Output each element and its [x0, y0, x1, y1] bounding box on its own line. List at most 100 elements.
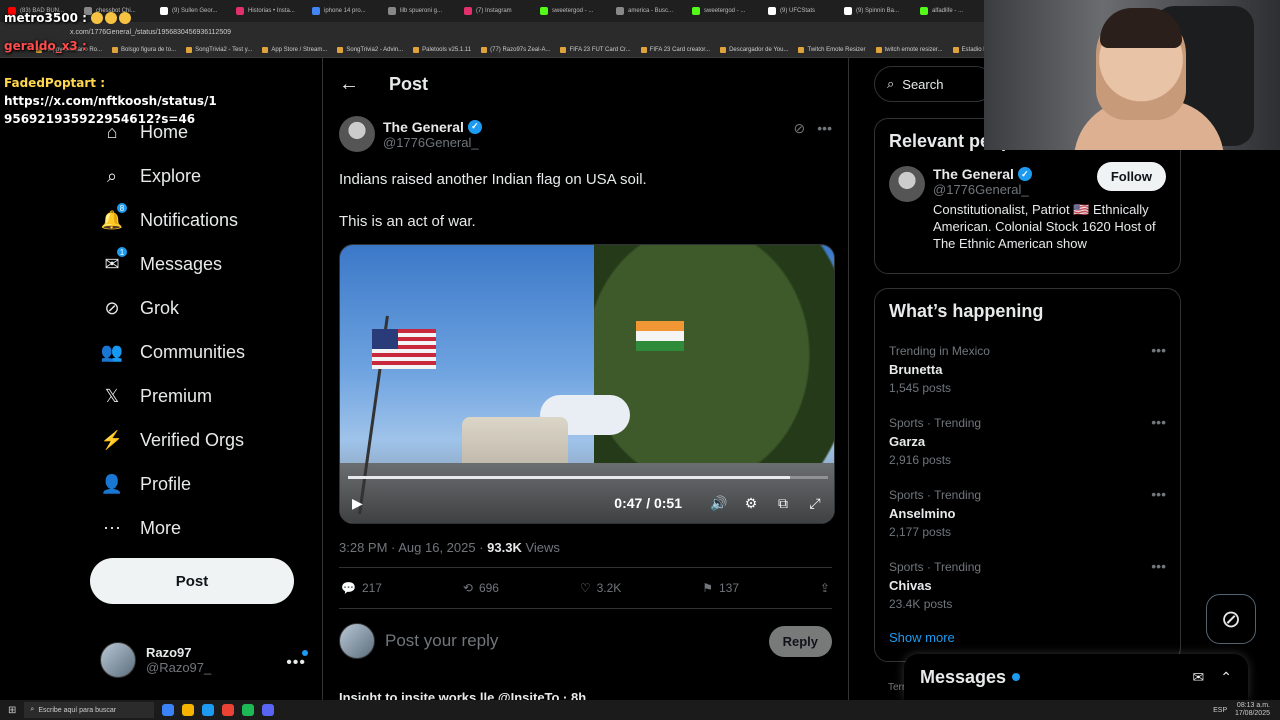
- bookmark-item[interactable]: Paletools v25.1.11: [413, 46, 472, 53]
- video-player[interactable]: ▶ 0:47 / 0:51 🔊 ⚙ ⧉ ⤢: [339, 244, 835, 524]
- trend-item[interactable]: Trending in Mexico Brunetta 1,545 posts •••: [875, 332, 1180, 404]
- like-action[interactable]: ♡ 3.2K: [580, 581, 621, 595]
- more-dots-icon[interactable]: •••: [1151, 486, 1166, 502]
- store-icon[interactable]: [202, 704, 215, 716]
- sidebar-item-explore[interactable]: ⌕ Explore: [90, 154, 320, 198]
- discord-icon[interactable]: [262, 704, 275, 716]
- bookmark-item[interactable]: App Store / Stream...: [262, 46, 327, 53]
- share-action[interactable]: ⇪: [820, 581, 830, 595]
- settings-gear-icon[interactable]: ⚙: [742, 494, 760, 512]
- video-progress-bar[interactable]: [348, 476, 828, 479]
- sidebar-item-home[interactable]: ⌂ Home: [90, 110, 320, 154]
- tweet-timestamp[interactable]: 3:28 PM · Aug 16, 2025 ·: [339, 540, 487, 555]
- like-count: 3.2K: [596, 581, 622, 595]
- sidebar-item-profile[interactable]: 👤 Profile: [90, 462, 320, 506]
- folder-icon[interactable]: [182, 704, 195, 716]
- search-input[interactable]: ⌕ Search: [874, 66, 994, 102]
- browser-tab[interactable]: (9) Spinnin Ba...: [840, 2, 916, 20]
- sidebar-item-label: More: [140, 517, 182, 538]
- tab-favicon-icon: [616, 7, 624, 15]
- video-frame-us-flag: [372, 329, 436, 369]
- grok-icon[interactable]: ⊘: [794, 120, 806, 137]
- bookmark-item[interactable]: (77) Razo97s Zeal-A...: [481, 46, 550, 53]
- bookmark-item[interactable]: Twitch Emote Resizer: [798, 46, 866, 53]
- reply-button[interactable]: Reply: [768, 625, 832, 657]
- tweet-author[interactable]: The General ✓ @1776General_ ⊘ •••: [339, 116, 832, 152]
- taskbar-clock[interactable]: ESP 08:13 a.m. 17/08/2025: [1213, 702, 1270, 718]
- browser-tab[interactable]: iphone 14 pro...: [308, 2, 384, 20]
- trend-title: Garza: [889, 434, 926, 449]
- stream-chat-overlay: metro3500 : geraldo_x3 : FadedPoptart : …: [4, 10, 244, 126]
- pip-icon[interactable]: ⧉: [774, 494, 792, 512]
- browser-tab[interactable]: sweetergod - ...: [688, 2, 764, 20]
- chevron-up-icon[interactable]: ⌃: [1220, 669, 1232, 686]
- browser-tab[interactable]: (9) UFCStats: [764, 2, 840, 20]
- browser-tab[interactable]: alfadlife - ...: [916, 2, 992, 20]
- more-dots-icon[interactable]: •••: [1151, 342, 1166, 358]
- browser-tab[interactable]: lilb spueroni g...: [384, 2, 460, 20]
- taskbar-search[interactable]: ⌕ Escribe aquí para buscar: [24, 702, 155, 718]
- grok-button[interactable]: ⊘: [1206, 594, 1256, 644]
- play-icon[interactable]: ▶: [352, 495, 363, 512]
- repost-action[interactable]: ⟲ 696: [463, 581, 499, 595]
- more-dots-icon[interactable]: •••: [1151, 414, 1166, 430]
- follow-button[interactable]: Follow: [1096, 162, 1166, 191]
- edge-icon[interactable]: [162, 704, 175, 716]
- new-message-icon[interactable]: ✉: [1193, 669, 1205, 686]
- sidebar-item-premium[interactable]: 𝕏 Premium: [90, 374, 320, 418]
- trend-item[interactable]: Sports · Trending Chivas 23.4K posts •••: [875, 548, 1180, 620]
- person-name[interactable]: The General: [933, 166, 1014, 182]
- chrome-icon[interactable]: [222, 704, 235, 716]
- bookmark-item[interactable]: Descargador de You...: [720, 46, 788, 53]
- more-dots-icon[interactable]: •••: [817, 120, 832, 137]
- spotify-icon[interactable]: [242, 704, 255, 716]
- browser-tab[interactable]: america - Busc...: [612, 2, 688, 20]
- windows-start-icon[interactable]: ⊞: [8, 705, 16, 716]
- bookmark-action[interactable]: ⚑ 137: [702, 581, 739, 595]
- more-dots-icon[interactable]: •••: [1151, 558, 1166, 574]
- reply-action[interactable]: 💬 217: [341, 581, 382, 595]
- sidebar-item-communities[interactable]: 👥 Communities: [90, 330, 320, 374]
- repost-icon: ⟲: [462, 581, 473, 595]
- sidebar-item-verified-orgs[interactable]: ⚡ Verified Orgs: [90, 418, 320, 462]
- trend-item[interactable]: Sports · Trending Garza 2,916 posts •••: [875, 404, 1180, 476]
- footer-terms-link[interactable]: Terr: [888, 682, 905, 693]
- trend-item[interactable]: Sports · Trending Anselmino 2,177 posts •••: [875, 476, 1180, 548]
- bookmark-favicon-icon: [481, 46, 488, 53]
- sidebar-item-notifications[interactable]: 🔔 8 Notifications: [90, 198, 320, 242]
- reply-composer: Post your reply Reply: [339, 623, 832, 659]
- tab-label: iphone 14 pro...: [324, 8, 366, 14]
- bookmark-item[interactable]: twitch emote resizer...: [875, 46, 943, 53]
- tab-label: lilb spueroni g...: [400, 8, 443, 14]
- bookmark-favicon-icon: [560, 46, 567, 53]
- back-arrow-icon[interactable]: ←: [339, 73, 359, 96]
- more-dots-icon[interactable]: •••: [286, 654, 306, 672]
- sidebar-item-more[interactable]: ⋯ More: [90, 506, 320, 550]
- messages-drawer[interactable]: Messages ✉ ⌃: [904, 654, 1248, 700]
- next-tweet-preview[interactable]: Insight to insite works lle @InsiteTo · …: [339, 690, 586, 700]
- browser-tab[interactable]: sweetergod - ...: [536, 2, 612, 20]
- taskbar-search-placeholder: Escribe aquí para buscar: [38, 706, 117, 714]
- video-frame-india-flag: [636, 321, 684, 351]
- show-more-link[interactable]: Show more: [875, 620, 1180, 655]
- reply-input[interactable]: Post your reply: [385, 631, 759, 651]
- bookmark-item[interactable]: SongTrivia2 - Advin...: [337, 46, 403, 53]
- relevant-person[interactable]: The General ✓ @1776General_ Constitutiona…: [875, 152, 1180, 252]
- views-label: Views: [521, 540, 560, 555]
- bookmark-label: Paletools v25.1.11: [422, 46, 472, 53]
- author-handle[interactable]: @1776General_: [383, 135, 482, 150]
- fullscreen-icon[interactable]: ⤢: [806, 494, 824, 512]
- author-name[interactable]: The General: [383, 119, 464, 135]
- tweet-text: Indians raised another Indian flag on US…: [339, 170, 832, 232]
- browser-tab[interactable]: (7) Instagram: [460, 2, 536, 20]
- author-avatar[interactable]: [339, 116, 375, 152]
- post-button[interactable]: Post: [90, 558, 294, 604]
- account-switcher[interactable]: Razo97 @Razo97_ •••: [100, 642, 320, 678]
- bookmark-item[interactable]: FIFA 23 FUT Card Cr...: [560, 46, 631, 53]
- sidebar-item-messages[interactable]: ✉ 1 Messages: [90, 242, 320, 286]
- avatar[interactable]: [889, 166, 925, 202]
- sidebar-item-grok[interactable]: ⊘ Grok: [90, 286, 320, 330]
- account-handle: @Razo97_: [146, 660, 212, 675]
- volume-icon[interactable]: 🔊: [710, 494, 728, 512]
- bookmark-item[interactable]: FIFA 23 Card creator...: [640, 46, 710, 53]
